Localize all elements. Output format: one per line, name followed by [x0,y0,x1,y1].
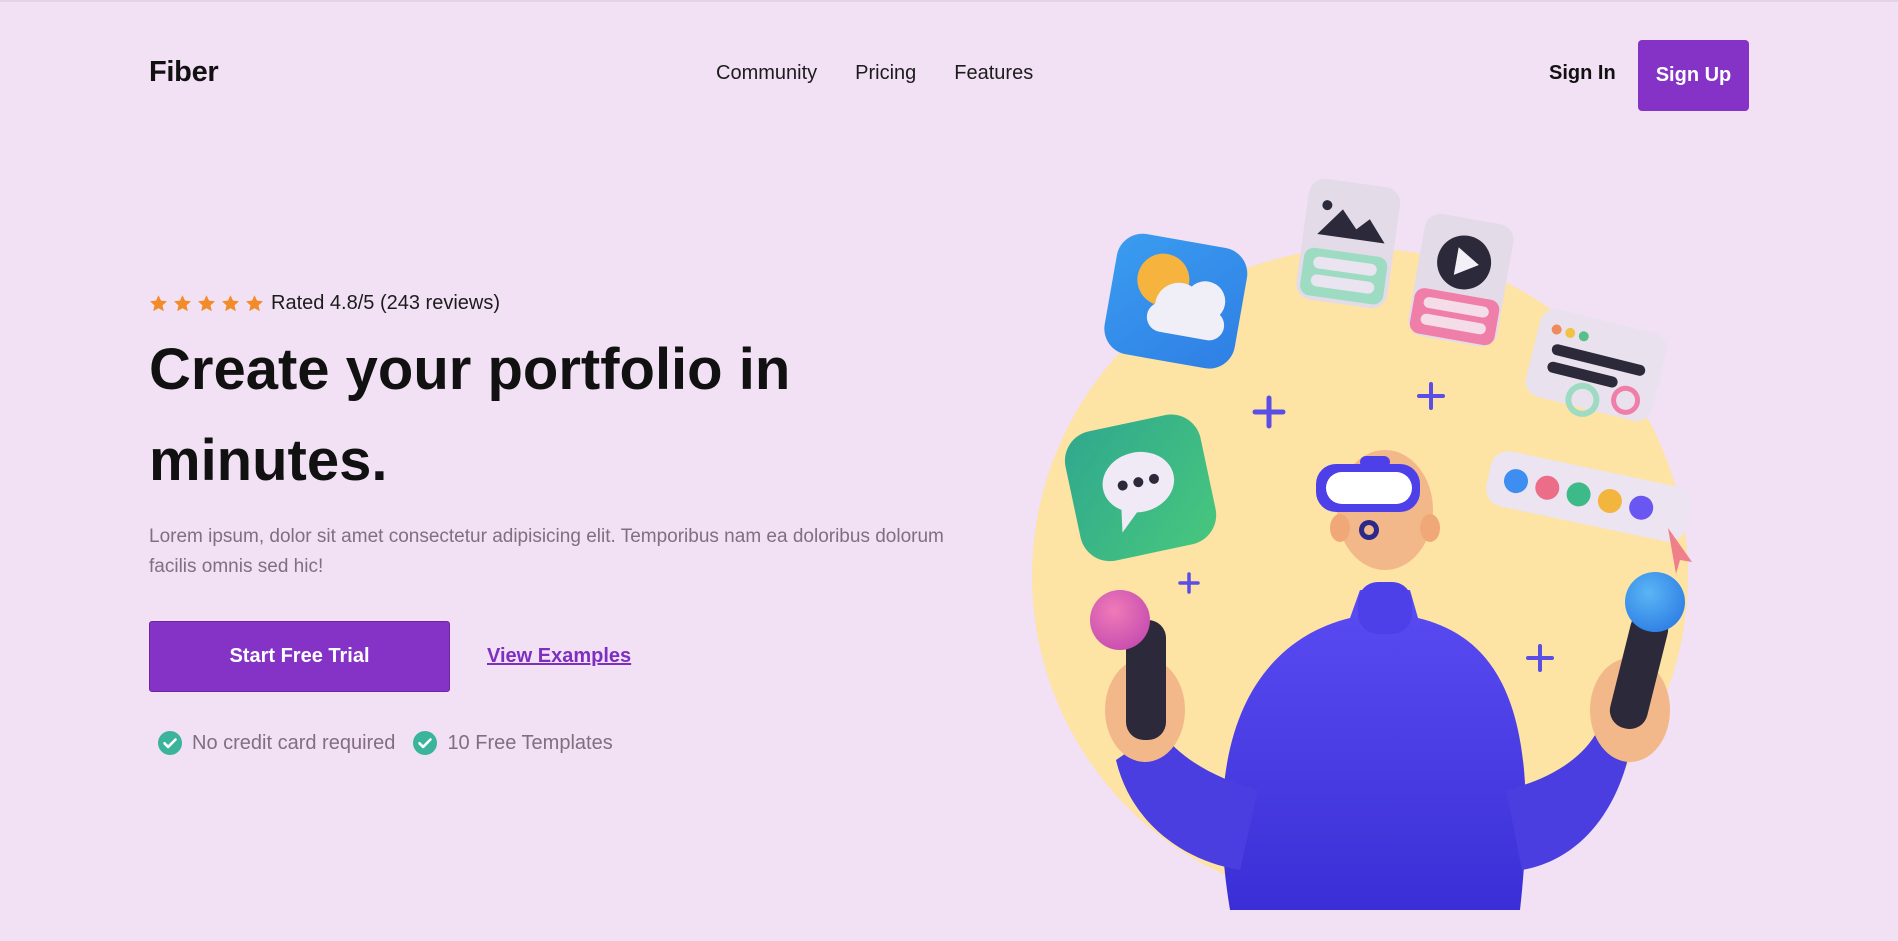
nav-link-community[interactable]: Community [716,62,817,85]
perk-label: 10 Free Templates [447,731,613,754]
nav-link-pricing[interactable]: Pricing [855,62,916,85]
perks-list: No credit card required 10 Free Template… [158,731,631,755]
rating: Rated 4.8/5 (243 reviews) [149,292,500,315]
hero-description: Lorem ipsum, dolor sit amet consectetur … [149,526,944,577]
start-free-trial-button[interactable]: Start Free Trial [149,621,450,692]
perk-item: No credit card required [158,731,395,755]
navbar: Fiber Community Pricing Features Sign In… [0,0,1898,150]
check-circle-icon [158,731,182,755]
star-icon [246,295,263,312]
sign-up-button[interactable]: Sign Up [1638,40,1749,111]
weather-icon [1104,233,1248,369]
star-icon [150,295,167,312]
sign-in-link[interactable]: Sign In [1549,62,1616,85]
brand-logo[interactable]: Fiber [149,56,219,89]
perk-label: No credit card required [192,731,396,754]
rating-text: Rated 4.8/5 (243 reviews) [271,292,501,314]
headline-line-2: minutes. [149,428,388,493]
rating-stars [149,294,264,313]
hero-illustration [1032,178,1692,910]
nav-link-features[interactable]: Features [954,62,1033,85]
star-icon [198,295,215,312]
nav-links: Community Pricing Features [716,62,1033,85]
star-icon [174,295,191,312]
image-card-icon [1296,178,1401,309]
perk-item: 10 Free Templates [413,731,613,755]
hero-headline: Create your portfolio in minutes. [149,324,949,506]
headline-line-1: Create your portfolio in [149,337,791,402]
view-examples-link[interactable]: View Examples [487,645,631,668]
star-icon [222,295,239,312]
check-circle-icon [413,731,438,755]
